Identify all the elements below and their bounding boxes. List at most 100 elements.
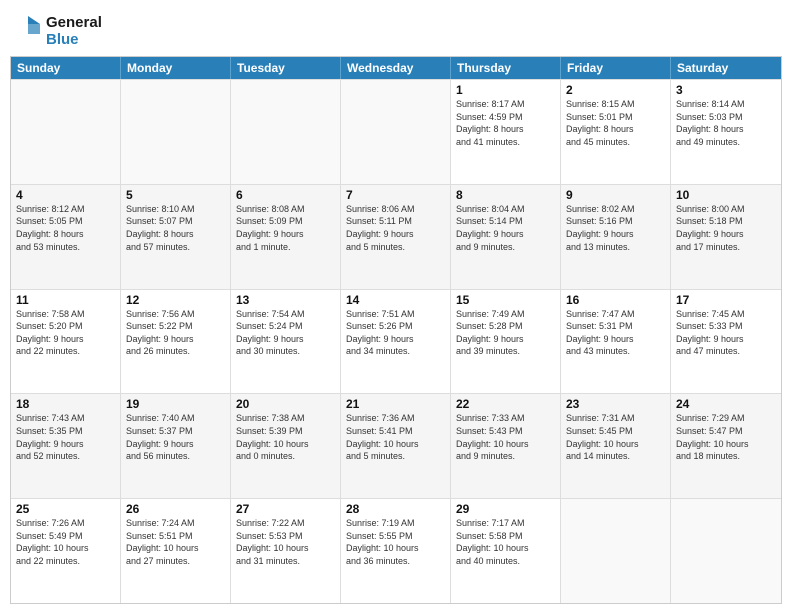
day-number: 14 [346,293,445,307]
day-number: 2 [566,83,665,97]
calendar-row: 11Sunrise: 7:58 AM Sunset: 5:20 PM Dayli… [11,289,781,394]
calendar-cell: 13Sunrise: 7:54 AM Sunset: 5:24 PM Dayli… [231,290,341,394]
calendar-cell: 24Sunrise: 7:29 AM Sunset: 5:47 PM Dayli… [671,394,781,498]
calendar-cell: 7Sunrise: 8:06 AM Sunset: 5:11 PM Daylig… [341,185,451,289]
day-number: 3 [676,83,776,97]
calendar-cell: 4Sunrise: 8:12 AM Sunset: 5:05 PM Daylig… [11,185,121,289]
calendar-cell: 19Sunrise: 7:40 AM Sunset: 5:37 PM Dayli… [121,394,231,498]
day-info: Sunrise: 8:00 AM Sunset: 5:18 PM Dayligh… [676,203,776,253]
day-number: 12 [126,293,225,307]
calendar-cell [11,80,121,184]
calendar-cell [121,80,231,184]
day-number: 25 [16,502,115,516]
day-number: 1 [456,83,555,97]
day-number: 21 [346,397,445,411]
calendar-header-cell: Tuesday [231,57,341,79]
day-number: 13 [236,293,335,307]
logo-general: General [46,14,102,31]
page: General Blue SundayMondayTuesdayWednesda… [0,0,792,612]
calendar-header-cell: Friday [561,57,671,79]
day-info: Sunrise: 7:51 AM Sunset: 5:26 PM Dayligh… [346,308,445,358]
logo-blue: Blue [46,31,102,48]
day-number: 28 [346,502,445,516]
day-number: 20 [236,397,335,411]
calendar-cell: 21Sunrise: 7:36 AM Sunset: 5:41 PM Dayli… [341,394,451,498]
day-info: Sunrise: 8:08 AM Sunset: 5:09 PM Dayligh… [236,203,335,253]
calendar-cell: 15Sunrise: 7:49 AM Sunset: 5:28 PM Dayli… [451,290,561,394]
day-info: Sunrise: 8:17 AM Sunset: 4:59 PM Dayligh… [456,98,555,148]
day-number: 9 [566,188,665,202]
day-number: 5 [126,188,225,202]
day-number: 8 [456,188,555,202]
day-number: 15 [456,293,555,307]
calendar-cell: 6Sunrise: 8:08 AM Sunset: 5:09 PM Daylig… [231,185,341,289]
day-number: 24 [676,397,776,411]
calendar-cell: 8Sunrise: 8:04 AM Sunset: 5:14 PM Daylig… [451,185,561,289]
calendar-cell [671,499,781,603]
calendar-cell: 5Sunrise: 8:10 AM Sunset: 5:07 PM Daylig… [121,185,231,289]
header: General Blue [10,10,782,50]
calendar-header-cell: Wednesday [341,57,451,79]
calendar-cell: 17Sunrise: 7:45 AM Sunset: 5:33 PM Dayli… [671,290,781,394]
calendar-cell: 26Sunrise: 7:24 AM Sunset: 5:51 PM Dayli… [121,499,231,603]
calendar-cell: 14Sunrise: 7:51 AM Sunset: 5:26 PM Dayli… [341,290,451,394]
calendar-cell: 16Sunrise: 7:47 AM Sunset: 5:31 PM Dayli… [561,290,671,394]
calendar-cell: 28Sunrise: 7:19 AM Sunset: 5:55 PM Dayli… [341,499,451,603]
day-number: 23 [566,397,665,411]
day-info: Sunrise: 7:43 AM Sunset: 5:35 PM Dayligh… [16,412,115,462]
calendar-cell: 9Sunrise: 8:02 AM Sunset: 5:16 PM Daylig… [561,185,671,289]
day-info: Sunrise: 8:12 AM Sunset: 5:05 PM Dayligh… [16,203,115,253]
day-info: Sunrise: 7:40 AM Sunset: 5:37 PM Dayligh… [126,412,225,462]
calendar-cell: 1Sunrise: 8:17 AM Sunset: 4:59 PM Daylig… [451,80,561,184]
day-number: 6 [236,188,335,202]
day-number: 16 [566,293,665,307]
calendar-cell: 25Sunrise: 7:26 AM Sunset: 5:49 PM Dayli… [11,499,121,603]
calendar-header-cell: Thursday [451,57,561,79]
day-number: 18 [16,397,115,411]
calendar-cell [561,499,671,603]
calendar-row: 1Sunrise: 8:17 AM Sunset: 4:59 PM Daylig… [11,79,781,184]
day-info: Sunrise: 8:10 AM Sunset: 5:07 PM Dayligh… [126,203,225,253]
day-info: Sunrise: 7:56 AM Sunset: 5:22 PM Dayligh… [126,308,225,358]
day-info: Sunrise: 7:22 AM Sunset: 5:53 PM Dayligh… [236,517,335,567]
calendar-cell: 18Sunrise: 7:43 AM Sunset: 5:35 PM Dayli… [11,394,121,498]
calendar-cell: 23Sunrise: 7:31 AM Sunset: 5:45 PM Dayli… [561,394,671,498]
calendar-cell: 20Sunrise: 7:38 AM Sunset: 5:39 PM Dayli… [231,394,341,498]
calendar-cell [231,80,341,184]
logo: General Blue [10,14,102,50]
day-info: Sunrise: 7:26 AM Sunset: 5:49 PM Dayligh… [16,517,115,567]
day-info: Sunrise: 7:38 AM Sunset: 5:39 PM Dayligh… [236,412,335,462]
calendar-header-cell: Saturday [671,57,781,79]
day-number: 22 [456,397,555,411]
day-info: Sunrise: 8:06 AM Sunset: 5:11 PM Dayligh… [346,203,445,253]
day-info: Sunrise: 7:47 AM Sunset: 5:31 PM Dayligh… [566,308,665,358]
calendar-header-cell: Monday [121,57,231,79]
calendar-row: 25Sunrise: 7:26 AM Sunset: 5:49 PM Dayli… [11,498,781,603]
calendar-cell: 2Sunrise: 8:15 AM Sunset: 5:01 PM Daylig… [561,80,671,184]
calendar: SundayMondayTuesdayWednesdayThursdayFrid… [10,56,782,604]
day-info: Sunrise: 8:14 AM Sunset: 5:03 PM Dayligh… [676,98,776,148]
day-info: Sunrise: 8:04 AM Sunset: 5:14 PM Dayligh… [456,203,555,253]
day-info: Sunrise: 7:29 AM Sunset: 5:47 PM Dayligh… [676,412,776,462]
logo-svg [10,14,42,50]
day-info: Sunrise: 7:17 AM Sunset: 5:58 PM Dayligh… [456,517,555,567]
calendar-cell: 10Sunrise: 8:00 AM Sunset: 5:18 PM Dayli… [671,185,781,289]
day-number: 4 [16,188,115,202]
calendar-cell: 29Sunrise: 7:17 AM Sunset: 5:58 PM Dayli… [451,499,561,603]
day-info: Sunrise: 7:45 AM Sunset: 5:33 PM Dayligh… [676,308,776,358]
day-info: Sunrise: 7:19 AM Sunset: 5:55 PM Dayligh… [346,517,445,567]
day-info: Sunrise: 8:15 AM Sunset: 5:01 PM Dayligh… [566,98,665,148]
day-info: Sunrise: 8:02 AM Sunset: 5:16 PM Dayligh… [566,203,665,253]
day-info: Sunrise: 7:36 AM Sunset: 5:41 PM Dayligh… [346,412,445,462]
calendar-header-cell: Sunday [11,57,121,79]
calendar-row: 18Sunrise: 7:43 AM Sunset: 5:35 PM Dayli… [11,393,781,498]
day-number: 17 [676,293,776,307]
day-number: 11 [16,293,115,307]
day-number: 7 [346,188,445,202]
day-info: Sunrise: 7:31 AM Sunset: 5:45 PM Dayligh… [566,412,665,462]
day-info: Sunrise: 7:58 AM Sunset: 5:20 PM Dayligh… [16,308,115,358]
day-number: 19 [126,397,225,411]
calendar-row: 4Sunrise: 8:12 AM Sunset: 5:05 PM Daylig… [11,184,781,289]
day-number: 26 [126,502,225,516]
calendar-cell: 12Sunrise: 7:56 AM Sunset: 5:22 PM Dayli… [121,290,231,394]
